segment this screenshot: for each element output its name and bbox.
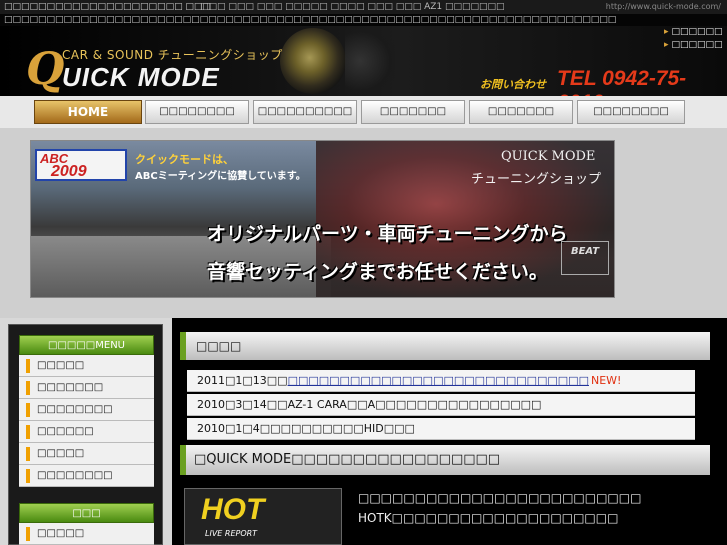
magazine-image[interactable]: HOT LIVE REPORT <box>184 488 342 545</box>
news-item: 2011□1□13□□□□□□□□□□□□□□□□□□□□□□□□□□□□□□□… <box>187 370 695 392</box>
news-date: 2011□1□13□□ <box>197 374 288 387</box>
header-links: □□□□□□ □□□□□□ <box>664 26 723 52</box>
news-date: 2010□3□14□□ <box>197 398 288 411</box>
secondary-box: □□□ □□□□□ <box>19 503 154 545</box>
sidebar: □□□□□MENU □□□□□ □□□□□□□ □□□□□□□□ □□□□□□ … <box>8 324 163 545</box>
logo-q: Q <box>26 44 65 95</box>
banner-note-sub: ABCミーティングに協賛しています。 <box>135 171 306 182</box>
tab-home[interactable]: HOME <box>34 100 142 124</box>
contact-label: お問い合わせ <box>480 78 546 91</box>
main-nav: HOME □□□□□□□□ □□□□□□□□□□ □□□□□□□ □□□□□□□… <box>0 96 727 128</box>
main-banner[interactable]: ABC 2009 クイックモードは、 ABCミーティングに協賛しています。 QU… <box>30 140 615 298</box>
banner-shop: チューニングショップ <box>471 172 602 187</box>
content-area: □□□□□MENU □□□□□ □□□□□□□ □□□□□□□□ □□□□□□ … <box>0 318 727 545</box>
banner-note: クイックモードは、 <box>135 153 234 166</box>
secondary-heading: □□□ <box>19 503 154 523</box>
sidebar-item[interactable]: □□□□□ <box>19 443 154 465</box>
contact-phone: TEL 0942-75-6010 <box>557 67 687 96</box>
header-link[interactable]: □□□□□□ <box>664 26 723 39</box>
article-line: □□□□□□□□□□□□□□□□□□□□□□□□□ <box>358 491 642 505</box>
turbo-shadow-image <box>345 26 395 96</box>
header: Q CAR & SOUND チューニングショップ UICK MODE お問い合わ… <box>0 26 727 96</box>
article-text: □□□□□□□□□□□□□□□□□□□□□□□□□ HOTK□□□□□□□□□□… <box>358 488 708 528</box>
keywords: □□□ □□□ □□□ □□□□□ □□□□ □□□ □□□ AZ1 □□□□□… <box>200 2 505 12</box>
banner-catch-1: オリジナルパーツ・車両チューニングから <box>207 223 568 245</box>
tab-4[interactable]: □□□□□□□ <box>469 100 573 124</box>
menu-box: □□□□□MENU □□□□□ □□□□□□□ □□□□□□□□ □□□□□□ … <box>19 335 154 487</box>
logo-text: UICK MODE <box>62 62 220 92</box>
tab-3[interactable]: □□□□□□□ <box>361 100 465 124</box>
news-item: 2010□1□4□□□□□□□□□□HID□□□ <box>187 418 695 440</box>
tab-1[interactable]: □□□□□□□□ <box>145 100 249 124</box>
site-url: http://www.quick-mode.com/ <box>605 2 721 11</box>
beat-logo: BEAT <box>561 241 609 275</box>
banner-brand: QUICK MODE <box>501 149 596 164</box>
turbo-image <box>280 28 346 94</box>
article-line: HOTK□□□□□□□□□□□□□□□□□□□□ <box>358 511 619 525</box>
header-link[interactable]: □□□□□□ <box>664 39 723 52</box>
logo-subtitle: CAR & SOUND チューニングショップ <box>62 48 283 62</box>
top-bar: □□□□□□□□□□□□□□□□□□□□□ □□□ □□□ □□□ □□□ □□… <box>0 0 727 14</box>
sidebar-item[interactable]: □□□□□□□ <box>19 377 154 399</box>
sidebar-item[interactable]: □□□□□□ <box>19 421 154 443</box>
banner-catch-2: 音響セッティングまでお任せください。 <box>207 261 548 283</box>
news-item: 2010□3□14□□AZ-1 CARA□□A□□□□□□□□□□□□□□□□ <box>187 394 695 416</box>
sidebar-item[interactable]: □□□□□ <box>19 523 154 545</box>
sidebar-item[interactable]: □□□□□□□□ <box>19 465 154 487</box>
site-title: □□□□□□□□□□□□□□□□□□□□□ □□□ <box>4 2 211 12</box>
news-heading: □□□□ <box>180 332 710 360</box>
section-heading: □QUICK MODE□□□□□□□□□□□□□□□□□ <box>180 445 710 475</box>
abc-logo: ABC 2009 <box>35 149 127 181</box>
subtitle-strip: □□□□□□□□□□□□□□□□□□□□□□□□□□□□□□□□□□□□□□□□… <box>0 14 727 26</box>
tab-5[interactable]: □□□□□□□□ <box>577 100 685 124</box>
tab-2[interactable]: □□□□□□□□□□ <box>253 100 357 124</box>
sidebar-item[interactable]: □□□□□□□□ <box>19 399 154 421</box>
menu-heading: □□□□□MENU <box>19 335 154 355</box>
banner-area: ABC 2009 クイックモードは、 ABCミーティングに協賛しています。 QU… <box>0 128 727 318</box>
news-text[interactable]: AZ-1 CARA□□A□□□□□□□□□□□□□□□□ <box>288 398 542 411</box>
new-badge: NEW! <box>590 374 622 387</box>
news-text[interactable]: □□□□□□□□HID□□□ <box>281 422 415 435</box>
main-content: □□□□ 2011□1□13□□□□□□□□□□□□□□□□□□□□□□□□□□… <box>172 318 727 545</box>
news-link[interactable]: □□□□□□□□□□□□□□□□□□□□□□□□□□□□□ <box>288 374 589 387</box>
news-date: 2010□1□4□□ <box>197 422 281 435</box>
sidebar-item[interactable]: □□□□□ <box>19 355 154 377</box>
